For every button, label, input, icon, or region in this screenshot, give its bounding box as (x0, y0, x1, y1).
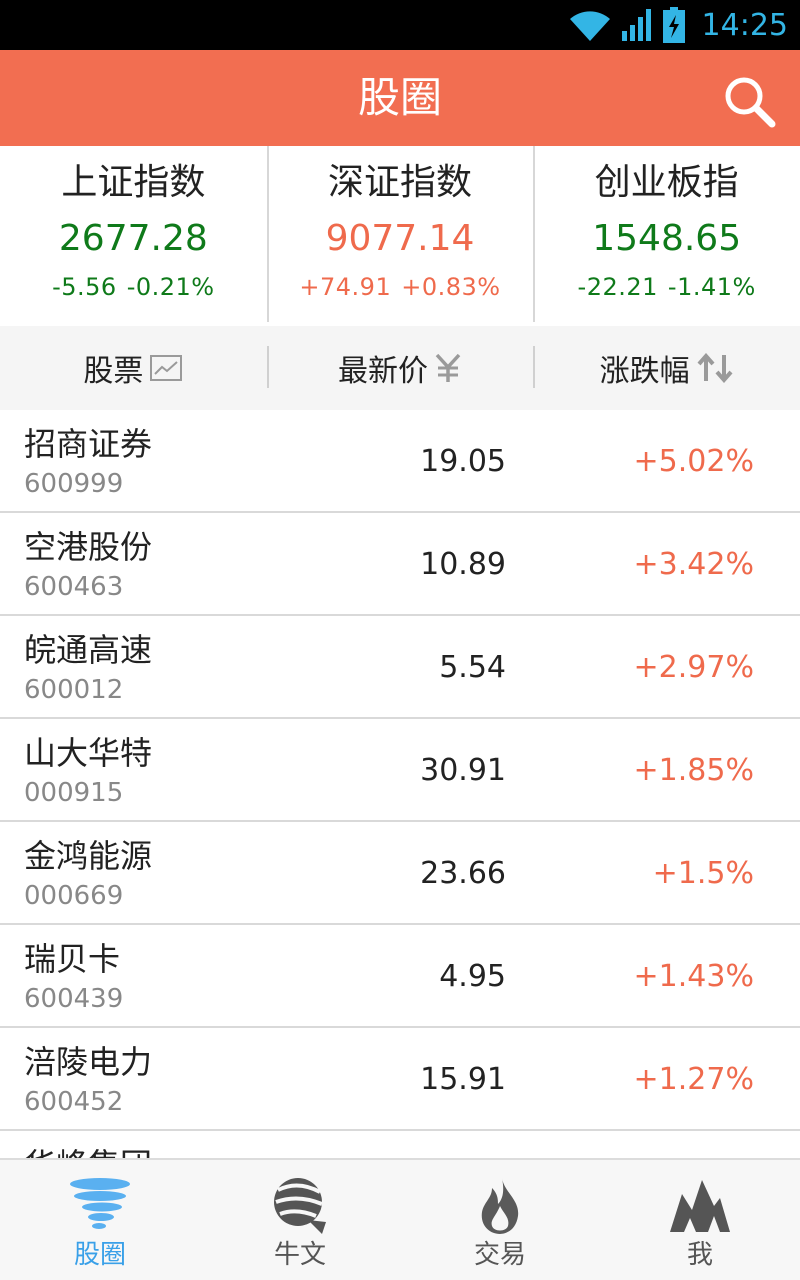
index-change-percent: -0.21% (126, 273, 215, 301)
stock-name: 华峰集团 (24, 1145, 152, 1158)
stock-name: 招商证券 (24, 425, 153, 463)
index-change: -5.56 -0.21% (0, 270, 267, 304)
stock-row[interactable]: 金鸿能源 000669 23.66 +1.5% (0, 822, 800, 925)
index-chinext[interactable]: 创业板指 1548.65 -22.21 -1.41% (533, 146, 800, 326)
stock-change: +3.42% (633, 547, 754, 582)
stock-row[interactable]: 山大华特 000915 30.91 +1.85% (0, 719, 800, 822)
stock-row[interactable]: 华峰集团 (0, 1131, 800, 1158)
clock: 14:25 (701, 7, 788, 43)
stock-change: +5.02% (633, 444, 754, 479)
nav-item-jiao-yi[interactable]: 交易 (400, 1160, 600, 1280)
stock-name: 山大华特 (24, 734, 153, 772)
index-change-points: -22.21 (577, 273, 658, 301)
stock-name: 空港股份 (24, 528, 153, 566)
search-icon[interactable] (722, 74, 778, 130)
stock-row[interactable]: 瑞贝卡 600439 4.95 +1.43% (0, 925, 800, 1028)
index-change: +74.91 +0.83% (267, 270, 534, 304)
stock-list: 招商证券 600999 19.05 +5.02% 空港股份 600463 10.… (0, 410, 800, 1158)
stock-change: +1.85% (633, 753, 754, 788)
index-change-points: +74.91 (299, 273, 392, 301)
stock-price: 5.54 (439, 650, 506, 685)
stock-code: 600012 (24, 675, 124, 705)
stock-price: 15.91 (420, 1062, 506, 1097)
cell-signal-icon (621, 9, 651, 41)
index-change-percent: -1.41% (667, 273, 756, 301)
stock-price: 19.05 (420, 444, 506, 479)
nav-label: 交易 (473, 1240, 526, 1270)
page-title: 股圈 (357, 73, 442, 122)
stock-change: +1.27% (633, 1062, 754, 1097)
index-name: 创业板指 (594, 162, 739, 203)
stock-price: 4.95 (439, 959, 506, 994)
index-shenzhen[interactable]: 深证指数 9077.14 +74.91 +0.83% (266, 146, 534, 326)
column-price[interactable]: 最新价 (266, 326, 534, 410)
stock-name: 瑞贝卡 (24, 940, 121, 978)
stock-name: 皖通高速 (24, 631, 153, 669)
nav-label: 我 (686, 1240, 713, 1270)
column-price-label: 最新价 (338, 354, 428, 389)
index-change-percent: +0.83% (401, 273, 501, 301)
battery-charging-icon (662, 7, 685, 43)
index-name: 上证指数 (61, 162, 206, 203)
sort-icon (697, 353, 733, 383)
stock-change: +2.97% (633, 650, 754, 685)
index-value: 9077.14 (325, 218, 475, 259)
stock-code: 600999 (24, 469, 124, 499)
stock-row[interactable]: 招商证券 600999 19.05 +5.02% (0, 410, 800, 513)
chart-icon (150, 355, 183, 381)
wifi-icon (569, 11, 610, 41)
mountain-icon (670, 1180, 730, 1232)
nav-item-gu-quan[interactable]: 股圈 (0, 1160, 200, 1280)
index-shanghai[interactable]: 上证指数 2677.28 -5.56 -0.21% (0, 146, 267, 326)
stock-price: 30.91 (420, 753, 506, 788)
bottom-nav: 股圈 牛文 交易 我 (0, 1158, 800, 1280)
stock-change: +1.43% (633, 959, 754, 994)
stock-code: 600439 (24, 984, 124, 1014)
nav-item-wo[interactable]: 我 (600, 1160, 800, 1280)
stock-name: 涪陵电力 (24, 1043, 153, 1081)
yuan-icon (435, 353, 461, 382)
stock-code: 000915 (24, 778, 124, 808)
flame-icon (481, 1178, 519, 1234)
stock-row[interactable]: 空港股份 600463 10.89 +3.42% (0, 513, 800, 616)
column-change[interactable]: 涨跌幅 (533, 326, 800, 410)
index-change-points: -5.56 (52, 273, 117, 301)
title-bar: 股圈 (0, 50, 800, 146)
nav-label: 股圈 (73, 1240, 126, 1270)
nav-label: 牛文 (273, 1240, 326, 1270)
stock-row[interactable]: 涪陵电力 600452 15.91 +1.27% (0, 1028, 800, 1131)
stock-code: 600452 (24, 1087, 124, 1117)
stock-code: 600463 (24, 572, 124, 602)
column-stock-label: 股票 (83, 354, 144, 389)
index-name: 深证指数 (328, 162, 473, 203)
stock-price: 10.89 (420, 547, 506, 582)
column-stock[interactable]: 股票 (0, 326, 267, 410)
market-indices: 上证指数 2677.28 -5.56 -0.21% 深证指数 9077.14 +7… (0, 146, 800, 326)
stock-price: 23.66 (420, 856, 506, 891)
stock-name: 金鸿能源 (24, 837, 153, 875)
index-change: -22.21 -1.41% (533, 270, 800, 304)
nav-item-niu-wen[interactable]: 牛文 (200, 1160, 400, 1280)
status-bar: 14:25 (0, 0, 800, 50)
column-change-label: 涨跌幅 (599, 354, 690, 389)
tornado-icon (70, 1178, 130, 1229)
stock-code: 000669 (24, 881, 124, 911)
bull-icon (274, 1178, 326, 1234)
status-icons: 14:25 (568, 0, 788, 50)
stock-change: +1.5% (652, 856, 754, 891)
stock-list-header: 股票 最新价 涨跌幅 (0, 326, 800, 410)
index-value: 2677.28 (58, 218, 208, 259)
stock-row[interactable]: 皖通高速 600012 5.54 +2.97% (0, 616, 800, 719)
index-value: 1548.65 (592, 218, 742, 259)
